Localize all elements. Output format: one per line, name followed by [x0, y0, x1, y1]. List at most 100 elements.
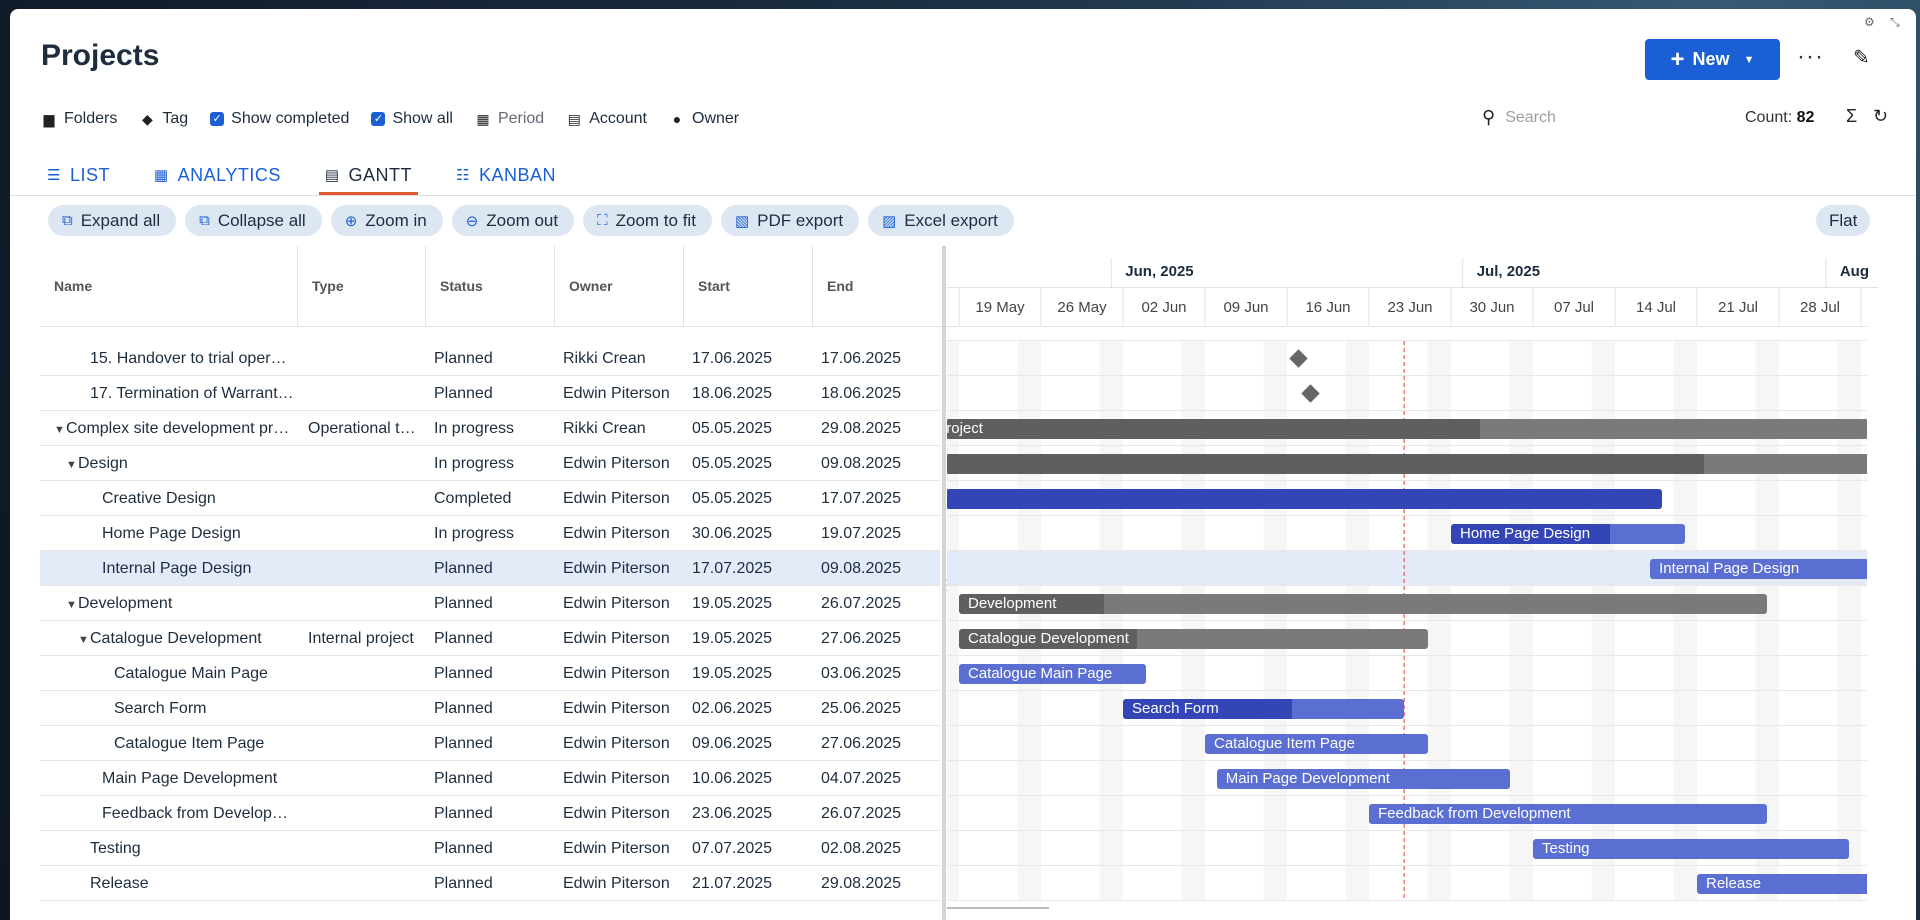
task-name-cell[interactable]: ▼Complex site development project — [54, 411, 295, 446]
collapse-all-button[interactable]: ⧉ Collapse all — [185, 205, 322, 236]
task-name-cell[interactable]: Release — [90, 866, 295, 901]
column-header-end[interactable]: End — [813, 246, 943, 326]
task-name-cell[interactable]: Main Page Development — [102, 761, 295, 796]
checkbox-icon[interactable]: ✓ — [371, 112, 386, 126]
column-header-name[interactable]: Name — [40, 246, 298, 326]
table-row[interactable]: Release Planned Edwin Piterson 21.07.2025 29… — [40, 866, 940, 901]
filter-period[interactable]: ▦ Period — [475, 110, 544, 128]
filter-account[interactable]: ▤ Account — [566, 110, 647, 128]
task-end-cell: 29.08.2025 — [821, 420, 902, 437]
more-options-icon[interactable]: ··· — [1797, 43, 1824, 71]
gantt-task-bar[interactable] — [947, 489, 1662, 509]
gantt-task-bar[interactable]: Complex site development project — [947, 419, 1867, 439]
task-owner-cell: Edwin Piterson — [563, 840, 670, 857]
search-input[interactable]: Search — [1505, 109, 1556, 127]
pdf-export-button[interactable]: ▧ PDF export — [720, 205, 860, 236]
table-row[interactable]: ▼Development Planned Edwin Piterson 19.05.2… — [40, 586, 940, 621]
expand-toggle-icon[interactable]: ▼ — [78, 623, 90, 656]
gantt-task-bar[interactable]: Catalogue Development — [959, 629, 1428, 649]
flat-toggle-button[interactable]: Flat — [1816, 205, 1871, 236]
table-row[interactable]: Main Page Development Planned Edwin Piters… — [40, 761, 940, 796]
task-start-cell: 19.05.2025 — [692, 630, 773, 647]
search-box[interactable]: ⚲ Search — [1482, 107, 1556, 128]
gantt-task-bar[interactable]: Feedback from Development — [1369, 804, 1768, 824]
task-name-cell[interactable]: Catalogue Item Page — [114, 726, 295, 761]
task-name-cell[interactable]: Feedback from Development — [102, 796, 295, 831]
table-row[interactable]: Search Form Planned Edwin Piterson 02.06.20… — [40, 691, 940, 726]
task-name: Testing — [90, 840, 141, 857]
column-header-owner[interactable]: Owner — [555, 246, 684, 326]
gantt-task-bar[interactable]: Main Page Development — [1216, 769, 1510, 789]
tab-kanban[interactable]: ☷ KANBAN — [450, 155, 562, 195]
table-row[interactable]: Home Page Design In progress Edwin Piterso… — [40, 516, 940, 551]
task-start-cell: 05.05.2025 — [692, 420, 773, 437]
gantt-task-bar[interactable]: Home Page Design — [1451, 524, 1686, 544]
checkbox-icon[interactable]: ✓ — [210, 112, 225, 126]
gantt-task-bar[interactable]: Catalogue Main Page — [959, 664, 1147, 684]
gantt-task-bar[interactable]: Catalogue Item Page — [1205, 734, 1428, 754]
gantt-task-bar[interactable]: Testing — [1533, 839, 1850, 859]
gantt-task-bar[interactable]: Release — [1697, 874, 1867, 894]
sigma-icon[interactable]: Σ — [1846, 106, 1857, 127]
column-header-start[interactable]: Start — [684, 246, 813, 326]
filter-owner[interactable]: ● Owner — [669, 110, 739, 128]
task-type-cell — [308, 551, 422, 586]
task-name-cell[interactable]: 15. Handover to trial operation — [90, 341, 295, 376]
new-button[interactable]: + New ▼ — [1645, 39, 1780, 80]
table-row[interactable]: Internal Page Design Planned Edwin Piterso… — [40, 551, 940, 586]
collapse-window-icon[interactable]: ⤡ — [1890, 15, 1900, 30]
table-row[interactable]: Feedback from Development Planned Edwin Pi… — [40, 796, 940, 831]
tab-analytics[interactable]: ▦ ANALYTICS — [148, 155, 287, 195]
column-header-type[interactable]: Type — [298, 246, 426, 326]
table-row[interactable]: 17. Termination of Warranty period Planne… — [40, 376, 940, 411]
expand-toggle-icon[interactable]: ▼ — [54, 413, 66, 446]
grid-header: Name Type Status Owner Start End — [40, 246, 950, 327]
gantt-task-bar[interactable]: Internal Page Design — [1650, 559, 1867, 579]
task-name-cell[interactable]: Creative Design — [102, 481, 295, 516]
task-name-cell[interactable]: ▼Design — [66, 446, 295, 481]
edit-icon[interactable]: ✎ — [1853, 45, 1870, 70]
task-name: 17. Termination of Warranty period — [90, 385, 295, 402]
filter-folders[interactable]: ▆ Folders — [41, 110, 118, 128]
gantt-task-bar[interactable]: Development — [959, 594, 1768, 614]
table-row[interactable]: ▼Complex site development project Operati… — [40, 411, 940, 446]
table-row[interactable]: Catalogue Main Page Planned Edwin Piterson… — [40, 656, 940, 691]
table-row[interactable]: ▼Catalogue Development Internal project Pl… — [40, 621, 940, 656]
refresh-icon[interactable]: ↻ — [1873, 106, 1888, 127]
task-name-cell[interactable]: Catalogue Main Page — [114, 656, 295, 691]
table-row[interactable]: Creative Design Completed Edwin Piterson 05… — [40, 481, 940, 516]
task-name-cell[interactable]: 17. Termination of Warranty period — [90, 376, 295, 411]
column-header-status[interactable]: Status — [426, 246, 555, 326]
filter-label: Period — [497, 110, 545, 127]
task-bar-label: Feedback from Development — [1378, 805, 1571, 822]
task-bar-label: Release — [1706, 875, 1762, 892]
gantt-task-bar[interactable] — [947, 454, 1867, 474]
task-name-cell[interactable]: Testing — [90, 831, 295, 866]
tab-list[interactable]: ☰ LIST — [41, 155, 116, 195]
excel-export-button[interactable]: ▨ Excel export — [868, 205, 1014, 236]
table-row[interactable]: 15. Handover to trial operation Planned Ri… — [40, 341, 940, 376]
task-name-cell[interactable]: Home Page Design — [102, 516, 295, 551]
zoom-to-fit-button[interactable]: ⛶ Zoom to fit — [583, 205, 712, 236]
table-row[interactable]: Catalogue Item Page Planned Edwin Piterson… — [40, 726, 940, 761]
zoom-in-button[interactable]: ⊕ Zoom in — [330, 205, 443, 236]
table-row[interactable]: ▼Design In progress Edwin Piterson 05.05.20… — [40, 446, 940, 481]
expand-toggle-icon[interactable]: ▼ — [66, 588, 78, 621]
task-end-cell: 29.08.2025 — [821, 875, 902, 892]
task-name-cell[interactable]: ▼Development — [66, 586, 295, 621]
tab-gantt[interactable]: ▤ GANTT — [318, 155, 419, 195]
filter-show-completed[interactable]: ✓ Show completed — [210, 110, 349, 128]
zoom-out-button[interactable]: ⊖ Zoom out — [451, 205, 575, 236]
expand-toggle-icon[interactable]: ▼ — [66, 448, 78, 481]
gantt-task-bar[interactable]: Search Form — [1123, 699, 1405, 719]
task-name-cell[interactable]: Search Form — [114, 691, 295, 726]
task-name-cell[interactable]: Internal Page Design — [102, 551, 295, 586]
settings-icon[interactable]: ⚙ — [1864, 15, 1875, 29]
table-row[interactable]: Testing Planned Edwin Piterson 07.07.2025 02… — [40, 831, 940, 866]
expand-all-button[interactable]: ⧉ Expand all — [48, 205, 177, 236]
filter-show-all[interactable]: ✓ Show all — [371, 110, 453, 128]
task-end-cell: 27.06.2025 — [821, 630, 902, 647]
week-label: 30 Jun — [1469, 299, 1514, 316]
filter-tag[interactable]: ◆ Tag — [139, 110, 188, 128]
task-name-cell[interactable]: ▼Catalogue Development — [78, 621, 295, 656]
